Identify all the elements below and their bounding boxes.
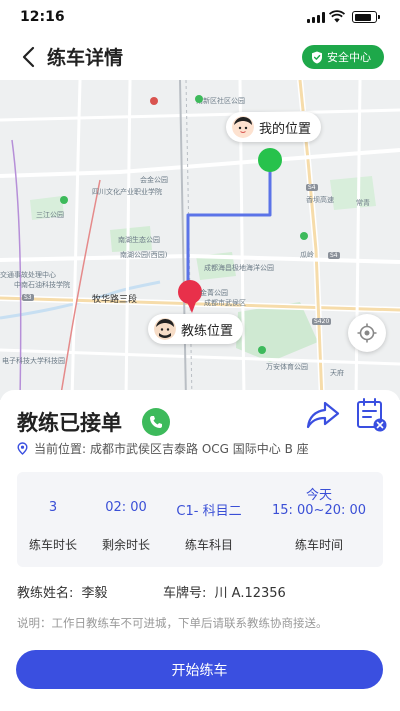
coach-name-row: 教练姓名: 李毅: [17, 582, 108, 601]
road-badge: S4: [306, 184, 318, 191]
my-location-label: 我的位置: [259, 121, 312, 137]
location-prefix: 当前位置:: [34, 442, 87, 456]
status-bar: 12:16: [0, 0, 400, 34]
cancel-booking-button[interactable]: [355, 397, 389, 433]
poi-pin: [195, 95, 203, 103]
map-label: 南湖生态公园: [118, 236, 160, 244]
stat-remaining: 02: 00 剩余时长: [89, 472, 163, 567]
road-badge: S3: [22, 294, 34, 301]
plate-number: 川 A.12356: [214, 586, 286, 601]
map-label: 牧华路三段: [92, 295, 138, 305]
safety-center-button[interactable]: 安全中心: [302, 45, 384, 69]
avatar: [232, 116, 254, 138]
stats-panel: 3 练车时长 02: 00 剩余时长 C1- 科目二 练车科目 今天 15: 0…: [17, 472, 383, 567]
map-view[interactable]: 南新区社区公园 会金公园 四川文化产业职业学院 三江公园 南湖生态公园 南湖公园…: [0, 80, 400, 400]
page-title: 练车详情: [47, 47, 124, 69]
coach-name: 李毅: [81, 586, 108, 601]
stat-label: 练车时长: [28, 538, 77, 552]
poi-pin: [258, 346, 266, 354]
back-button[interactable]: [18, 44, 42, 70]
map-base: [0, 80, 400, 400]
stat-label: 练车时间: [294, 538, 343, 552]
status-time: 12:16: [20, 9, 65, 25]
share-button[interactable]: [305, 399, 341, 431]
map-label: 瓜岭: [300, 251, 314, 259]
avatar: [154, 318, 176, 340]
my-location-marker: [258, 148, 282, 172]
plate-label: 车牌号:: [163, 586, 207, 601]
stat-value: 3: [48, 500, 58, 515]
location-address: 成都市武侯区吉泰路 OCG 国际中心 B 座: [90, 442, 309, 456]
map-label: 成都市武侯区: [204, 299, 246, 307]
wifi-icon: [329, 10, 345, 23]
stat-value-range: 15: 00~20: 00: [271, 503, 367, 518]
safety-center-label: 安全中心: [327, 51, 371, 64]
poi-pin: [150, 97, 158, 105]
map-label: 中南石油科技学院: [14, 281, 70, 289]
map-pin-icon: [17, 442, 28, 455]
map-label: 香坝高速: [306, 196, 334, 204]
locate-button[interactable]: [348, 314, 386, 352]
map-label: 南新区社区公园: [196, 97, 245, 105]
road-badge: S420: [312, 318, 332, 325]
map-label: 金菁公园: [200, 289, 228, 297]
signal-icon: [307, 12, 325, 23]
map-label: 常青: [356, 199, 370, 207]
plate-row: 车牌号: 川 A.12356: [163, 582, 286, 601]
map-label: 四川文化产业职业学院: [92, 188, 162, 196]
chevron-left-icon: [22, 46, 35, 68]
map-label: 电子科技大学科技园: [2, 357, 65, 365]
note-text: 说明：工作日教练车不可进城，下单后请联系教练协商接送。: [17, 616, 328, 630]
map-label: 会金公园: [140, 176, 168, 184]
map-label: 万安体育公园: [266, 363, 308, 371]
map-label: 交通事故处理中心: [0, 271, 56, 279]
start-practice-label: 开始练车: [171, 662, 228, 679]
my-location-bubble[interactable]: 我的位置: [226, 112, 322, 142]
order-detail-sheet: 教练已接单 当前位置: 成都市武侯区吉泰路 OCG 国际中心 B 座 3 练车时…: [0, 390, 400, 711]
stat-time: 今天 15: 00~20: 00 练车时间: [255, 472, 383, 567]
nav-bar: 练车详情 安全中心: [0, 34, 400, 80]
battery-icon: [352, 11, 380, 23]
share-arrow-icon: [306, 401, 340, 429]
road-badge: S4: [328, 252, 340, 259]
order-status-title: 教练已接单: [17, 411, 122, 435]
map-label: 南湖公园(西园): [120, 251, 168, 259]
stat-subject: C1- 科目二 练车科目: [163, 472, 255, 567]
map-label: 天府: [330, 369, 344, 377]
stat-label: 练车科目: [184, 538, 233, 552]
stat-value: C1- 科目二: [176, 504, 242, 519]
coach-location-label: 教练位置: [181, 323, 234, 339]
coach-location-bubble[interactable]: 教练位置: [148, 314, 244, 344]
map-label: 成都海昌极地海洋公园: [204, 264, 274, 272]
coach-location-marker: [178, 280, 202, 304]
stat-label: 剩余时长: [101, 538, 150, 552]
start-practice-button[interactable]: 开始练车: [16, 650, 383, 689]
stat-duration: 3 练车时长: [17, 472, 89, 567]
current-location-row: 当前位置: 成都市武侯区吉泰路 OCG 国际中心 B 座: [17, 440, 309, 457]
shield-check-icon: [312, 51, 322, 63]
phone-icon: [150, 416, 162, 428]
locate-crosshair-icon: [357, 323, 377, 343]
call-coach-button[interactable]: [142, 408, 170, 436]
coach-name-label: 教练姓名:: [17, 586, 74, 601]
poi-pin: [60, 196, 68, 204]
stat-value-day: 今天: [305, 488, 332, 503]
map-label: 三江公园: [36, 211, 64, 219]
poi-pin: [300, 232, 308, 240]
stat-value: 02: 00: [105, 500, 147, 515]
calendar-cancel-icon: [357, 398, 387, 432]
